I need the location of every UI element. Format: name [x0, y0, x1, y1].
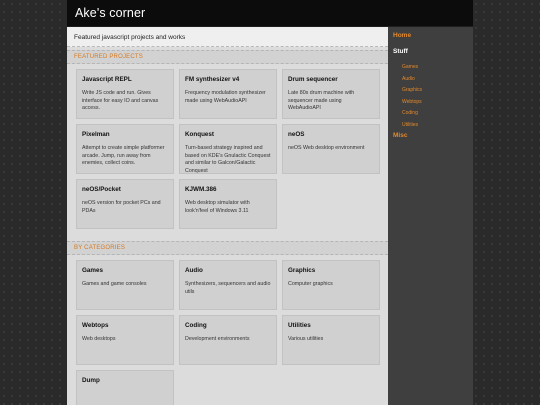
nav-stuff-link[interactable]: Stuff	[388, 48, 408, 55]
category-card-games[interactable]: Games Games and game consoles	[76, 260, 174, 310]
sidebar-nav: Home Stuff Games Audio Graphics Webtops …	[388, 27, 473, 405]
project-description: Turn-based strategy inspired and based o…	[185, 145, 271, 175]
project-title: KJWM.386	[185, 186, 217, 193]
project-card-konquest[interactable]: Konquest Turn-based strategy inspired an…	[179, 124, 277, 174]
project-title: Pixelman	[82, 131, 110, 138]
category-title: Games	[82, 267, 104, 274]
nav-stuff-submenu: Games Audio Graphics Webtops Coding Util…	[388, 62, 473, 131]
category-description: Games and game consoles	[82, 281, 147, 287]
tagline: Featured javascript projects and works	[67, 27, 388, 47]
project-description: Late 80s drum machine with sequencer mad…	[288, 90, 355, 112]
nav-home-link[interactable]: Home	[388, 32, 411, 39]
project-card-kjwm386[interactable]: KJWM.386 Web desktop simulator with look…	[179, 179, 277, 229]
nav-item-webtops[interactable]: Webtops	[388, 97, 473, 109]
category-title: Webtops	[82, 322, 109, 329]
project-title: neOS/Pocket	[82, 186, 121, 193]
category-title: Graphics	[288, 267, 316, 274]
nav-item-coding[interactable]: Coding	[388, 108, 473, 120]
project-title: FM synthesizer v4	[185, 76, 240, 83]
nav-item-games[interactable]: Games	[388, 62, 473, 74]
nav-misc-link[interactable]: Misc	[388, 132, 407, 139]
project-description: Write JS code and run. Gives interface f…	[82, 90, 159, 112]
category-card-utilities[interactable]: Utilities Various utilities	[282, 315, 380, 365]
category-title: Coding	[185, 322, 207, 329]
category-card-webtops[interactable]: Webtops Web desktops	[76, 315, 174, 365]
category-title: Utilities	[288, 322, 311, 329]
project-card-neos[interactable]: neOS neOS Web desktop environment	[282, 124, 380, 174]
project-title: Javascript REPL	[82, 76, 132, 83]
nav-item-utilities[interactable]: Utilities	[388, 120, 473, 132]
category-description: Web desktops	[82, 336, 116, 342]
nav-item-audio[interactable]: Audio	[388, 74, 473, 86]
site-title[interactable]: Ake's corner	[75, 6, 145, 20]
category-card-dump[interactable]: Dump	[76, 370, 174, 405]
project-title: Konquest	[185, 131, 215, 138]
project-card-javascript-repl[interactable]: Javascript REPL Write JS code and run. G…	[76, 69, 174, 119]
category-description: Various utilities	[288, 336, 324, 342]
project-description: neOS version for pocket PCs and PDAs	[82, 200, 161, 214]
category-title: Audio	[185, 267, 203, 274]
category-description: Computer graphics	[288, 281, 333, 287]
categories-heading: BY CATEGORIES	[67, 241, 388, 255]
nav-item-graphics[interactable]: Graphics	[388, 85, 473, 97]
featured-projects-heading: FEATURED PROJECTS	[67, 50, 388, 64]
project-description: neOS Web desktop environment	[288, 145, 365, 151]
category-title: Dump	[82, 377, 100, 384]
category-description: Synthesizers, sequencers and audio utils	[185, 281, 271, 295]
project-card-neos-pocket[interactable]: neOS/Pocket neOS version for pocket PCs …	[76, 179, 174, 229]
project-description: Frequency modulation synthesizer made us…	[185, 90, 266, 104]
project-card-drum-sequencer[interactable]: Drum sequencer Late 80s drum machine wit…	[282, 69, 380, 119]
project-title: neOS	[288, 131, 305, 138]
category-card-graphics[interactable]: Graphics Computer graphics	[282, 260, 380, 310]
category-card-coding[interactable]: Coding Development environments	[179, 315, 277, 365]
main-content: Featured javascript projects and works F…	[67, 27, 388, 405]
category-card-audio[interactable]: Audio Synthesizers, sequencers and audio…	[179, 260, 277, 310]
category-description: Development environments	[185, 336, 250, 342]
featured-projects-grid: Javascript REPL Write JS code and run. G…	[67, 64, 388, 229]
project-card-fm-synthesizer[interactable]: FM synthesizer v4 Frequency modulation s…	[179, 69, 277, 119]
project-description: Web desktop simulator with look'n'feel o…	[185, 200, 250, 214]
categories-grid: Games Games and game consoles Audio Synt…	[67, 255, 388, 405]
site-header: Ake's corner	[67, 0, 473, 27]
project-description: Attempt to create simple platformer arca…	[82, 145, 165, 167]
project-title: Drum sequencer	[288, 76, 338, 83]
site-container: Ake's corner Featured javascript project…	[67, 0, 473, 405]
project-card-pixelman[interactable]: Pixelman Attempt to create simple platfo…	[76, 124, 174, 174]
